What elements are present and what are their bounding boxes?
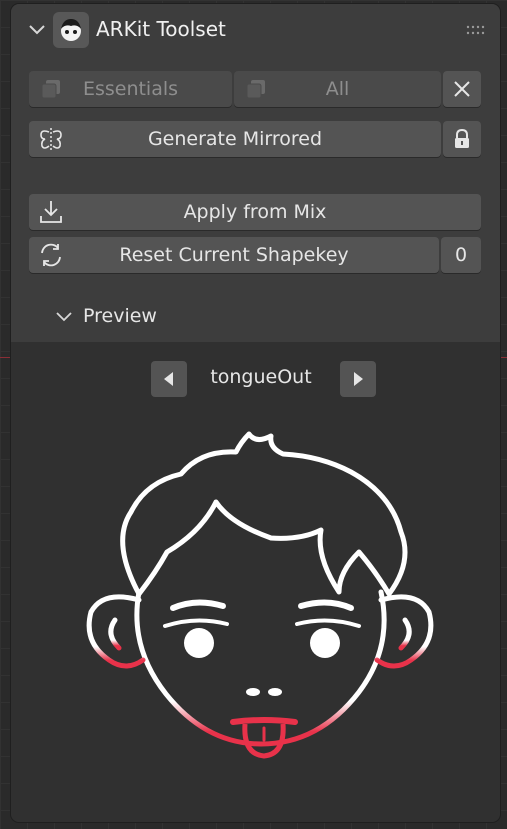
generate-mirrored-button[interactable]: Generate Mirrored	[29, 121, 441, 157]
arrow-left-icon	[164, 372, 173, 386]
reset-value: 0	[454, 244, 468, 266]
close-button[interactable]	[443, 71, 481, 107]
arrow-right-icon	[354, 372, 363, 386]
refresh-icon	[41, 243, 61, 267]
lock-icon	[455, 128, 469, 148]
reset-value-field[interactable]: 0	[441, 237, 481, 273]
addon-face-icon	[53, 12, 89, 48]
apply-from-mix-label: Apply from Mix	[183, 201, 327, 223]
chevron-down-icon[interactable]	[27, 20, 47, 40]
apply-from-mix-button[interactable]: Apply from Mix	[29, 194, 481, 230]
chevron-down-icon[interactable]	[55, 308, 73, 326]
next-shape-button[interactable]	[340, 361, 376, 397]
reset-shapekey-button[interactable]: Reset Current Shapekey	[29, 237, 439, 273]
arkit-toolset-panel: ARKit Toolset Essentials All Generate Mi…	[11, 4, 500, 822]
panel-header[interactable]: ARKit Toolset	[11, 4, 500, 56]
shape-name-label: tongueOut	[210, 366, 312, 388]
essentials-button[interactable]: Essentials	[29, 71, 232, 107]
shapekey-icon	[246, 80, 265, 99]
reset-shapekey-label: Reset Current Shapekey	[119, 244, 349, 266]
download-icon	[40, 201, 62, 223]
generate-mirrored-label: Generate Mirrored	[147, 128, 323, 150]
mirror-icon	[40, 128, 62, 150]
close-icon	[454, 81, 470, 97]
panel-title: ARKit Toolset	[96, 17, 226, 41]
preview-subpanel-title[interactable]: Preview	[83, 305, 157, 327]
shape-preview-image	[86, 431, 434, 759]
previous-shape-button[interactable]	[151, 361, 187, 397]
all-label: All	[325, 78, 350, 100]
shapekey-icon	[41, 80, 60, 99]
all-button[interactable]: All	[234, 71, 441, 107]
drag-handle-icon[interactable]	[466, 24, 486, 36]
lock-toggle[interactable]	[443, 121, 481, 157]
essentials-label: Essentials	[82, 78, 179, 100]
